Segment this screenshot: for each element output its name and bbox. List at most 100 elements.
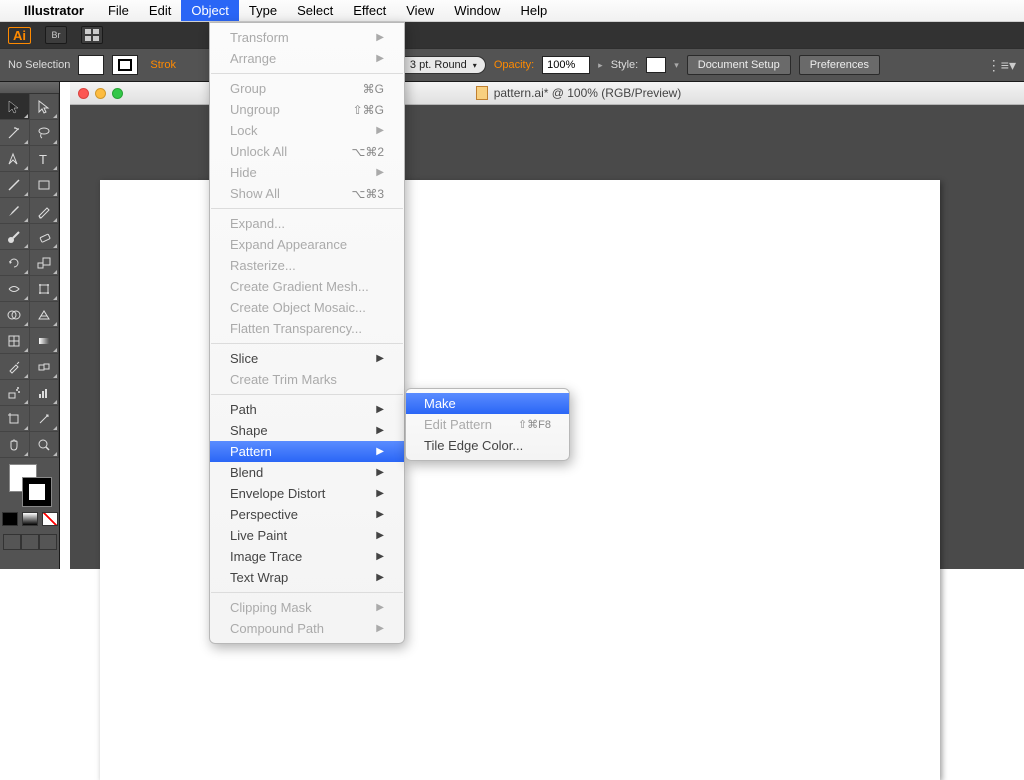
pen-tool[interactable] xyxy=(0,146,30,172)
document-icon xyxy=(476,86,488,100)
hand-tool[interactable] xyxy=(0,432,30,458)
magic-wand-tool[interactable] xyxy=(0,120,30,146)
submenu-arrow-icon: ▶ xyxy=(376,167,384,178)
stroke-label[interactable]: Strok xyxy=(150,59,176,71)
menu-type[interactable]: Type xyxy=(239,0,287,21)
preferences-button[interactable]: Preferences xyxy=(799,55,880,75)
submenu-item-make[interactable]: Make xyxy=(406,393,569,414)
draw-normal[interactable] xyxy=(3,534,21,550)
submenu-arrow-icon: ▶ xyxy=(376,623,384,634)
draw-inside[interactable] xyxy=(39,534,57,550)
app-name-menu[interactable]: Illustrator xyxy=(24,3,84,18)
gradient-tool[interactable] xyxy=(30,328,60,354)
selection-tool[interactable] xyxy=(0,94,30,120)
color-mode-solid[interactable] xyxy=(2,512,18,526)
submenu-arrow-icon: ▶ xyxy=(376,404,384,415)
rotate-tool[interactable] xyxy=(0,250,30,276)
menu-item-ungroup: Ungroup⇧⌘G xyxy=(210,99,404,120)
menu-item-flatten-transparency: Flatten Transparency... xyxy=(210,318,404,339)
perspective-tool[interactable] xyxy=(30,302,60,328)
control-bar-menu-icon[interactable]: ⋮≡▾ xyxy=(987,57,1016,74)
style-label: Style: xyxy=(611,59,639,71)
symbol-sprayer-tool[interactable] xyxy=(0,380,30,406)
menu-item-envelope-distort[interactable]: Envelope Distort▶ xyxy=(210,483,404,504)
zoom-window-button[interactable] xyxy=(112,88,123,99)
artboard-tool[interactable] xyxy=(0,406,30,432)
shape-builder-tool[interactable] xyxy=(0,302,30,328)
svg-text:T: T xyxy=(39,152,47,167)
menu-object[interactable]: Object xyxy=(181,0,239,21)
menu-edit[interactable]: Edit xyxy=(139,0,181,21)
document-setup-button[interactable]: Document Setup xyxy=(687,55,791,75)
direct-selection-tool[interactable] xyxy=(30,94,60,120)
opacity-field[interactable]: 100% xyxy=(542,56,590,74)
menu-item-perspective[interactable]: Perspective▶ xyxy=(210,504,404,525)
menu-item-expand: Expand... xyxy=(210,213,404,234)
menu-item-live-paint[interactable]: Live Paint▶ xyxy=(210,525,404,546)
menu-item-path[interactable]: Path▶ xyxy=(210,399,404,420)
blob-brush-tool[interactable] xyxy=(0,224,30,250)
fill-swatch[interactable] xyxy=(78,55,104,75)
zoom-tool[interactable] xyxy=(30,432,60,458)
slice-tool[interactable] xyxy=(30,406,60,432)
submenu-arrow-icon: ▶ xyxy=(376,467,384,478)
menu-view[interactable]: View xyxy=(396,0,444,21)
scale-tool[interactable] xyxy=(30,250,60,276)
blend-tool[interactable] xyxy=(30,354,60,380)
menu-item-create-gradient-mesh: Create Gradient Mesh... xyxy=(210,276,404,297)
menu-item-blend[interactable]: Blend▶ xyxy=(210,462,404,483)
opacity-label[interactable]: Opacity: xyxy=(494,59,534,71)
tools-panel: T xyxy=(0,82,60,569)
free-transform-tool[interactable] xyxy=(30,276,60,302)
draw-behind[interactable] xyxy=(21,534,39,550)
rectangle-tool[interactable] xyxy=(30,172,60,198)
menu-item-transform: Transform▶ xyxy=(210,27,404,48)
menu-item-shape[interactable]: Shape▶ xyxy=(210,420,404,441)
eraser-tool[interactable] xyxy=(30,224,60,250)
submenu-arrow-icon: ▶ xyxy=(376,509,384,520)
menu-item-hide: Hide▶ xyxy=(210,162,404,183)
submenu-item-tile-edge-color[interactable]: Tile Edge Color... xyxy=(406,435,569,456)
type-tool[interactable]: T xyxy=(30,146,60,172)
macos-menubar: Illustrator File Edit Object Type Select… xyxy=(0,0,1024,22)
menu-item-pattern[interactable]: Pattern▶ xyxy=(210,441,404,462)
submenu-arrow-icon: ▶ xyxy=(376,446,384,457)
color-mode-none[interactable] xyxy=(42,512,58,526)
width-tool[interactable] xyxy=(0,276,30,302)
pencil-tool[interactable] xyxy=(30,198,60,224)
stroke-swatch[interactable] xyxy=(112,55,138,75)
menu-file[interactable]: File xyxy=(98,0,139,21)
menu-item-lock: Lock▶ xyxy=(210,120,404,141)
style-swatch[interactable] xyxy=(646,57,666,73)
stroke-color-box[interactable] xyxy=(23,478,51,506)
color-mode-gradient[interactable] xyxy=(22,512,38,526)
arrange-documents-button[interactable] xyxy=(81,26,103,44)
menu-item-group: Group⌘G xyxy=(210,78,404,99)
tools-grip[interactable] xyxy=(0,82,59,94)
menu-separator xyxy=(211,394,403,395)
submenu-arrow-icon: ▶ xyxy=(376,602,384,613)
menu-item-expand-appearance: Expand Appearance xyxy=(210,234,404,255)
menu-item-text-wrap[interactable]: Text Wrap▶ xyxy=(210,567,404,588)
menu-help[interactable]: Help xyxy=(510,0,557,21)
menu-item-image-trace[interactable]: Image Trace▶ xyxy=(210,546,404,567)
menu-item-slice[interactable]: Slice▶ xyxy=(210,348,404,369)
menu-effect[interactable]: Effect xyxy=(343,0,396,21)
submenu-arrow-icon: ▶ xyxy=(376,53,384,64)
submenu-item-edit-pattern: Edit Pattern⇧⌘F8 xyxy=(406,414,569,435)
menu-window[interactable]: Window xyxy=(444,0,510,21)
line-tool[interactable] xyxy=(0,172,30,198)
menu-select[interactable]: Select xyxy=(287,0,343,21)
paintbrush-tool[interactable] xyxy=(0,198,30,224)
submenu-arrow-icon: ▶ xyxy=(376,530,384,541)
bridge-button[interactable]: Br xyxy=(45,26,67,44)
menu-separator xyxy=(211,343,403,344)
pattern-submenu: MakeEdit Pattern⇧⌘F8Tile Edge Color... xyxy=(405,388,570,461)
close-window-button[interactable] xyxy=(78,88,89,99)
lasso-tool[interactable] xyxy=(30,120,60,146)
minimize-window-button[interactable] xyxy=(95,88,106,99)
graph-tool[interactable] xyxy=(30,380,60,406)
mesh-tool[interactable] xyxy=(0,328,30,354)
eyedropper-tool[interactable] xyxy=(0,354,30,380)
stroke-preset-dropdown[interactable]: • 3 pt. Round ▾ xyxy=(392,56,486,74)
